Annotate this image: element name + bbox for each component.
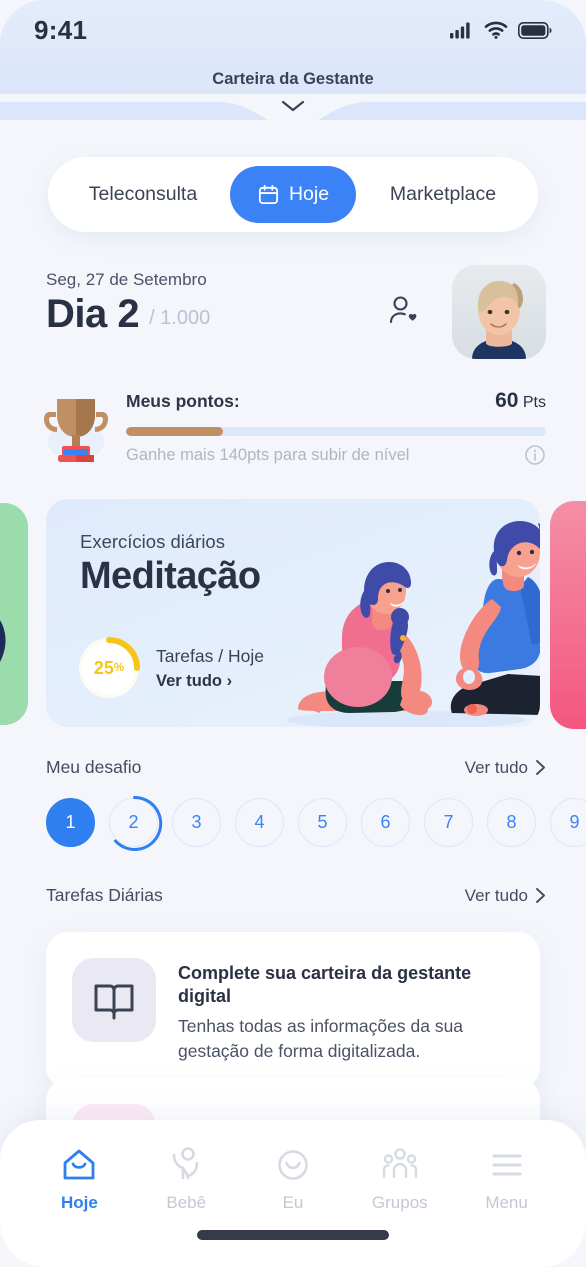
home-icon xyxy=(63,1149,95,1180)
challenge-day-5[interactable]: 5 xyxy=(298,798,347,847)
daily-tasks-title: Tarefas Diárias xyxy=(46,885,163,905)
task-card[interactable]: Complete sua carteira da gestante digita… xyxy=(46,932,540,1090)
meditation-title: Meditação xyxy=(80,555,261,597)
points-value: 60 xyxy=(495,389,519,412)
cellular-signal-icon xyxy=(450,22,470,38)
challenge-day-label: 4 xyxy=(254,812,265,832)
meditation-percent-number: 25 xyxy=(93,657,114,678)
points-progress-bar xyxy=(126,427,546,436)
exercise-carousel: Exercícios diários Meditação 25% Tarefas… xyxy=(0,499,586,729)
trophy-icon xyxy=(44,399,108,462)
challenge-day-3[interactable]: 3 xyxy=(172,798,221,847)
chevron-right-icon xyxy=(536,888,545,903)
challenge-day-label: 3 xyxy=(191,812,202,832)
tab-hoje[interactable]: Hoje xyxy=(230,166,356,223)
baby-icon xyxy=(172,1147,199,1180)
calendar-icon xyxy=(258,184,278,205)
meditation-progress-badge: 25% xyxy=(76,635,142,701)
challenge-days-strip: 1 2 3 4 5 6 7 8 9 xyxy=(46,795,586,851)
challenge-day-9[interactable]: 9 xyxy=(550,798,586,847)
meditation-illustration xyxy=(286,521,540,727)
avatar-photo xyxy=(452,265,546,359)
book-icon xyxy=(94,984,134,1020)
collapse-header-button[interactable] xyxy=(0,98,586,119)
meditation-kicker: Exercícios diários xyxy=(80,531,225,552)
carousel-prev-illustration xyxy=(0,503,28,725)
daily-tasks-see-all-label: Ver tudo xyxy=(464,885,528,905)
chevron-down-icon xyxy=(281,100,305,112)
nav-label: Menu xyxy=(485,1193,528,1212)
challenge-see-all-label: Ver tudo xyxy=(464,757,528,777)
day-counter: Dia 2 xyxy=(46,292,140,336)
challenge-section-header: Meu desafio Ver tudo xyxy=(46,757,546,778)
challenge-see-all[interactable]: Ver tudo xyxy=(465,758,546,778)
day-total: / 1.000 xyxy=(149,307,211,329)
page-title: Carteira da Gestante xyxy=(212,70,374,88)
task-icon-container xyxy=(72,958,156,1042)
challenge-day-4[interactable]: 4 xyxy=(235,798,284,847)
nav-item-eu[interactable]: Eu xyxy=(256,1146,330,1213)
nav-label: Eu xyxy=(282,1193,304,1212)
nav-item-hoje[interactable]: Hoje xyxy=(42,1146,116,1213)
challenge-title: Meu desafio xyxy=(46,757,142,777)
meditation-see-all-label: Ver tudo xyxy=(156,671,223,690)
chevron-right-icon xyxy=(536,760,545,775)
phone-screen: 9:41 Carteira da Gestante Teleconsulta H… xyxy=(0,0,586,1267)
status-bar: 9:41 xyxy=(0,0,586,60)
nav-label: Bebê xyxy=(166,1193,207,1212)
challenge-day-label: 6 xyxy=(380,812,391,832)
tab-teleconsulta[interactable]: Teleconsulta xyxy=(56,175,230,215)
battery-icon xyxy=(518,21,552,39)
status-bar-clock: 9:41 xyxy=(34,14,88,45)
meditation-percent-symbol: % xyxy=(113,662,125,674)
challenge-day-label: 1 xyxy=(65,812,76,832)
bottom-navigation: Hoje Bebê Eu Grupos Menu xyxy=(0,1120,586,1267)
avatar[interactable] xyxy=(452,265,546,359)
challenge-day-8[interactable]: 8 xyxy=(487,798,536,847)
nav-item-bebe[interactable]: Bebê xyxy=(149,1146,223,1213)
daily-tasks-section-header: Tarefas Diárias Ver tudo xyxy=(46,885,546,906)
segmented-tabs: Teleconsulta Hoje Marketplace xyxy=(48,157,538,232)
nav-label: Hoje xyxy=(60,1193,98,1212)
meditation-tasks-label: Tarefas / Hoje xyxy=(156,646,264,667)
points-progress-fill xyxy=(126,427,223,436)
challenge-day-label: 8 xyxy=(506,812,517,832)
smiley-icon xyxy=(278,1150,308,1180)
points-label: Meus pontos: xyxy=(126,391,240,411)
meditation-percent: 25% xyxy=(76,635,142,701)
group-icon xyxy=(382,1148,417,1179)
challenge-day-6[interactable]: 6 xyxy=(361,798,410,847)
person-heart-icon[interactable] xyxy=(388,295,418,327)
carousel-card-next[interactable] xyxy=(550,501,586,729)
points-hint: Ganhe mais 140pts para subir de nível xyxy=(126,445,410,464)
task-description: Tenhas todas as informações da sua gesta… xyxy=(178,1015,464,1061)
status-bar-icons xyxy=(450,21,552,39)
tab-hoje-label: Hoje xyxy=(288,182,330,205)
points-section: Meus pontos: 60 Pts Ganhe mais 140pts pa… xyxy=(40,383,546,467)
meditation-see-all[interactable]: Ver tudo › xyxy=(156,672,264,691)
nav-item-grupos[interactable]: Grupos xyxy=(363,1146,437,1213)
day-progress-ring-icon xyxy=(114,795,163,851)
home-indicator xyxy=(197,1230,389,1240)
challenge-day-1[interactable]: 1 xyxy=(46,798,95,847)
challenge-day-label: 9 xyxy=(569,812,580,832)
carousel-card-previous[interactable] xyxy=(0,503,28,725)
hamburger-icon xyxy=(492,1154,522,1176)
info-icon[interactable] xyxy=(524,444,546,466)
task-title: Complete sua carteira da gestante digita… xyxy=(178,963,472,1007)
nav-item-menu[interactable]: Menu xyxy=(470,1146,544,1213)
tab-marketplace[interactable]: Marketplace xyxy=(356,175,530,215)
challenge-day-label: 5 xyxy=(317,812,328,832)
chevron-right-icon: › xyxy=(226,671,233,690)
wifi-icon xyxy=(484,21,508,39)
points-unit: Pts xyxy=(522,394,546,411)
challenge-day-7[interactable]: 7 xyxy=(424,798,473,847)
challenge-day-label: 7 xyxy=(443,812,454,832)
nav-label: Grupos xyxy=(371,1193,428,1212)
daily-tasks-see-all[interactable]: Ver tudo xyxy=(465,886,546,906)
challenge-day-2[interactable]: 2 xyxy=(109,795,163,851)
meditation-card[interactable]: Exercícios diários Meditação 25% Tarefas… xyxy=(46,499,540,727)
